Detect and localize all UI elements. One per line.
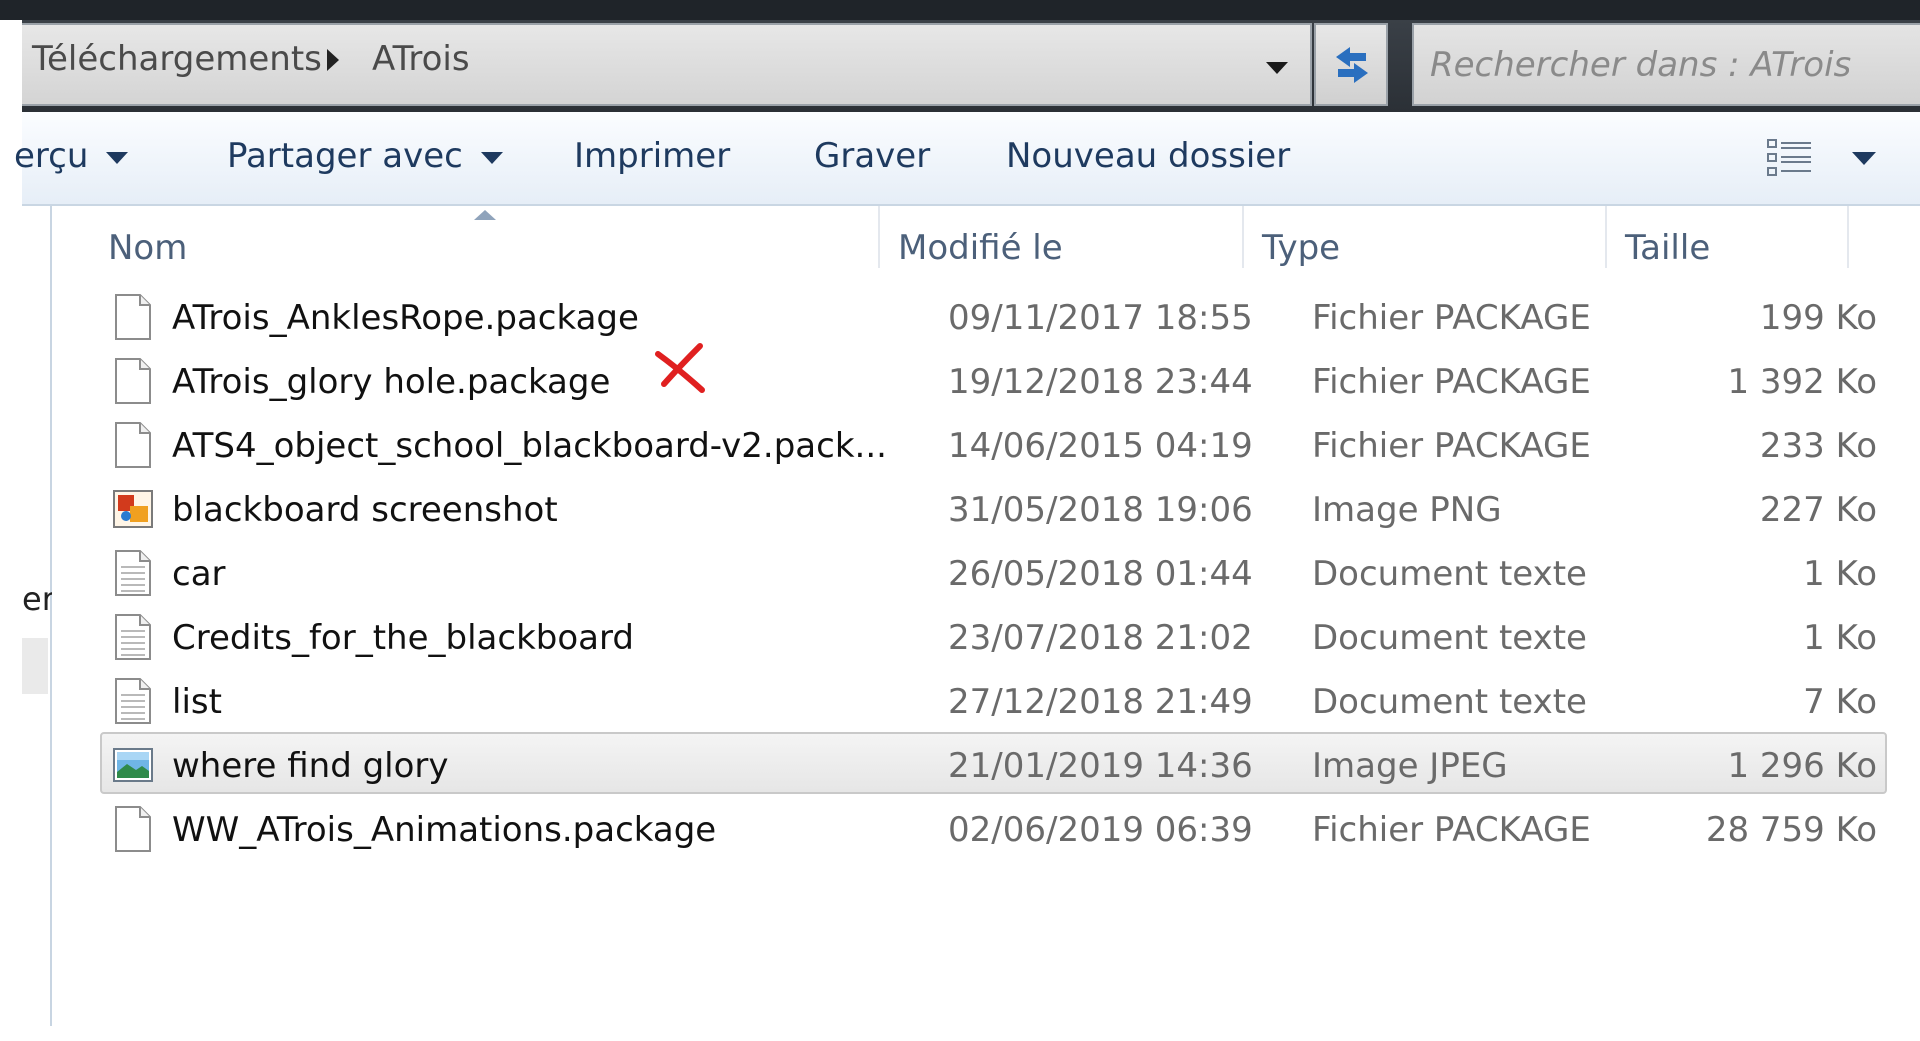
file-row[interactable]: where find glory 21/01/2019 14:36 Image JP… [100, 732, 1887, 794]
sort-ascending-icon [474, 210, 496, 220]
file-row[interactable]: WW_ATrois_Animations.package 02/06/2019 0… [100, 796, 1887, 858]
refresh-button[interactable] [1314, 23, 1388, 106]
file-type: Image JPEG [1312, 746, 1508, 786]
file-modified: 19/12/2018 23:44 [948, 362, 1253, 402]
file-modified: 31/05/2018 19:06 [948, 490, 1253, 530]
file-name: ATrois_glory hole.package [172, 362, 611, 402]
file-modified: 23/07/2018 21:02 [948, 618, 1253, 658]
apercu-label: erçu [14, 136, 89, 176]
blank-file-icon [112, 422, 154, 468]
column-divider[interactable] [1605, 206, 1607, 268]
breadcrumb-atrois[interactable]: ATrois [372, 39, 470, 79]
file-type: Fichier PACKAGE [1312, 810, 1591, 850]
file-modified: 21/01/2019 14:36 [948, 746, 1253, 786]
text-document-icon [112, 614, 154, 660]
apercu-menu-button[interactable]: erçu [14, 136, 129, 176]
file-size: 28 759 Ko [1705, 810, 1877, 850]
file-type: Document texte [1312, 682, 1587, 722]
file-type: Fichier PACKAGE [1312, 426, 1591, 466]
file-name: WW_ATrois_Animations.package [172, 810, 717, 850]
breadcrumb-separator-icon[interactable] [327, 49, 339, 71]
blank-file-icon [112, 294, 154, 340]
file-size: 1 392 Ko [1727, 362, 1877, 402]
file-size: 7 Ko [1803, 682, 1877, 722]
blank-file-icon [112, 806, 154, 852]
png-image-icon [112, 486, 154, 532]
jpeg-image-icon [112, 742, 154, 788]
nav-item-selected[interactable] [22, 638, 48, 694]
file-name: car [172, 554, 226, 594]
file-row[interactable]: car 26/05/2018 01:44 Document texte 1 Ko [100, 540, 1887, 602]
file-name: ATS4_object_school_blackboard-v2.pack... [172, 426, 887, 466]
address-area: Téléchargements ATrois [22, 20, 1920, 112]
column-headers: Nom Modifié le Type Taille [52, 206, 1920, 280]
title-bar [0, 0, 1920, 20]
file-row[interactable]: ATrois_AnklesRope.package 09/11/2017 18:5… [100, 284, 1887, 346]
column-header-type[interactable]: Type [1262, 228, 1340, 268]
file-type: Document texte [1312, 618, 1587, 658]
file-type: Document texte [1312, 554, 1587, 594]
explorer-window: Téléchargements ATrois erçu Partager ave… [0, 0, 1920, 1041]
column-header-name[interactable]: Nom [108, 228, 187, 268]
blank-file-icon [112, 358, 154, 404]
address-history-dropdown-icon[interactable] [1252, 52, 1302, 82]
file-size: 227 Ko [1759, 490, 1877, 530]
search-box[interactable] [1412, 23, 1920, 106]
column-header-modified[interactable]: Modifié le [898, 228, 1063, 268]
file-modified: 26/05/2018 01:44 [948, 554, 1253, 594]
file-type: Fichier PACKAGE [1312, 362, 1591, 402]
file-modified: 02/06/2019 06:39 [948, 810, 1253, 850]
file-list: Nom Modifié le Type Taille ATrois_Ankles… [52, 206, 1920, 1026]
breadcrumb[interactable]: Téléchargements ATrois [22, 23, 1312, 106]
red-cross-mark-icon [655, 343, 705, 393]
file-row[interactable]: Credits_for_the_blackboard 23/07/2018 21:… [100, 604, 1887, 666]
file-size: 1 296 Ko [1727, 746, 1877, 786]
navigation-pane: er [22, 206, 55, 1026]
file-modified: 09/11/2017 18:55 [948, 298, 1253, 338]
file-size: 233 Ko [1759, 426, 1877, 466]
file-type: Image PNG [1312, 490, 1502, 530]
nav-item-label[interactable]: er [22, 580, 55, 618]
file-size: 1 Ko [1803, 618, 1877, 658]
column-header-size[interactable]: Taille [1625, 228, 1710, 268]
refresh-icon [1336, 47, 1368, 83]
text-document-icon [112, 678, 154, 724]
chevron-down-icon [480, 151, 503, 164]
file-row[interactable]: ATrois_glory hole.package 19/12/2018 23:4… [100, 343, 1887, 410]
file-size: 1 Ko [1803, 554, 1877, 594]
file-name: list [172, 682, 222, 722]
view-details-icon[interactable] [1767, 138, 1813, 178]
file-type: Fichier PACKAGE [1312, 298, 1591, 338]
search-input[interactable] [1428, 39, 1912, 91]
file-row[interactable]: ATS4_object_school_blackboard-v2.pack...… [100, 412, 1887, 474]
chevron-down-icon [106, 151, 129, 164]
new-folder-button[interactable]: Nouveau dossier [1006, 136, 1290, 176]
file-modified: 14/06/2015 04:19 [948, 426, 1253, 466]
command-toolbar: erçu Partager avec Imprimer Graver Nouve… [14, 112, 1920, 206]
share-with-button[interactable]: Partager avec [227, 136, 503, 176]
burn-button[interactable]: Graver [814, 136, 930, 176]
breadcrumb-telechargements[interactable]: Téléchargements [32, 39, 322, 79]
print-button[interactable]: Imprimer [574, 136, 730, 176]
file-row[interactable]: list 27/12/2018 21:49 Document texte 7 Ko [100, 668, 1887, 730]
file-size: 199 Ko [1759, 298, 1877, 338]
file-name: ATrois_AnklesRope.package [172, 298, 639, 338]
share-with-label: Partager avec [227, 136, 463, 176]
file-row[interactable]: blackboard screenshot 31/05/2018 19:06 Ima… [100, 476, 1887, 538]
column-divider[interactable] [1847, 206, 1849, 268]
text-document-icon [112, 550, 154, 596]
file-name: Credits_for_the_blackboard [172, 618, 634, 658]
column-divider[interactable] [878, 206, 880, 268]
file-name: blackboard screenshot [172, 490, 558, 530]
file-modified: 27/12/2018 21:49 [948, 682, 1253, 722]
column-divider[interactable] [1242, 206, 1244, 268]
view-options-chevron-icon[interactable] [1852, 152, 1876, 165]
file-name: where find glory [172, 746, 449, 786]
